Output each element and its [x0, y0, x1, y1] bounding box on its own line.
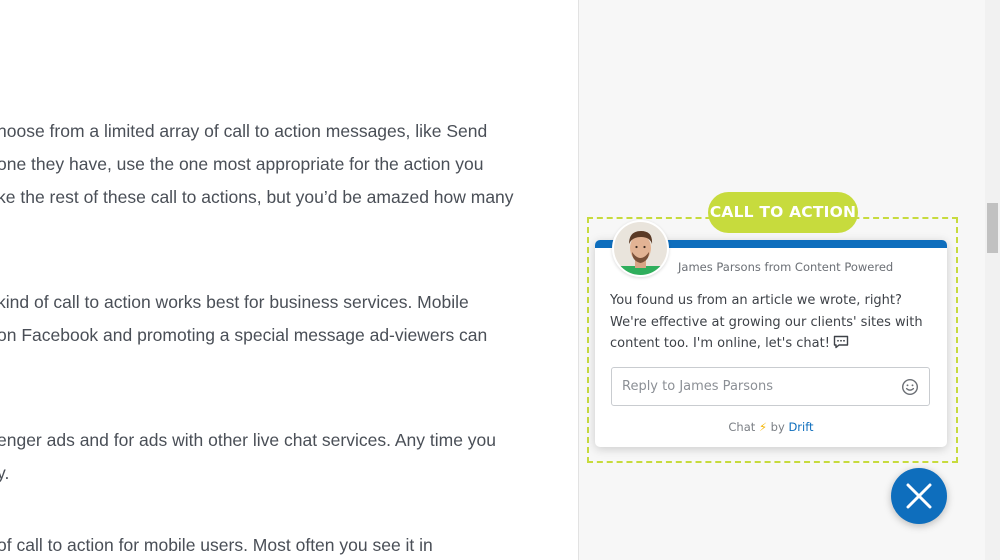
- reply-input[interactable]: [622, 368, 892, 405]
- reply-field[interactable]: [611, 367, 930, 406]
- powered-by: Chat ⚡ by Drift: [595, 420, 947, 434]
- chat-message-text: content too. I'm online, let's chat!: [610, 336, 830, 351]
- chat-message-line: We're effective at growing our clients' …: [610, 314, 923, 330]
- article-content: hoose from a limited array of call to ac…: [0, 0, 578, 560]
- powered-by-label: by: [770, 420, 785, 434]
- article-line: ke the rest of these call to actions, bu…: [0, 187, 514, 207]
- close-icon: [906, 483, 932, 509]
- chat-bubble-icon: [833, 335, 849, 357]
- chat-message: You found us from an article we wrote, r…: [610, 290, 930, 357]
- chat-sender-name: James Parsons from Content Powered: [678, 260, 894, 274]
- article-line: kind of call to action works best for bu…: [0, 292, 469, 312]
- drift-link[interactable]: Drift: [788, 420, 813, 434]
- chat-message-line: You found us from an article we wrote, r…: [610, 293, 902, 308]
- scrollbar-thumb[interactable]: [987, 203, 998, 253]
- article-line: one they have, use the one most appropri…: [0, 154, 484, 174]
- article-line: enger ads and for ads with other live ch…: [0, 430, 497, 450]
- article-line: on Facebook and promoting a special mess…: [0, 325, 488, 345]
- powered-prefix: Chat: [728, 420, 756, 434]
- article-line: of call to action for mobile users. Most…: [0, 535, 433, 555]
- article-line: hoose from a limited array of call to ac…: [0, 121, 488, 141]
- smile-icon[interactable]: [901, 378, 919, 396]
- avatar: [612, 220, 669, 277]
- close-chat-button[interactable]: [891, 468, 947, 524]
- chat-message-line: content too. I'm online, let's chat!: [610, 333, 930, 357]
- scrollbar[interactable]: [985, 0, 1000, 560]
- cta-badge: CALL TO ACTION: [708, 192, 858, 233]
- bolt-icon: ⚡: [758, 420, 768, 434]
- article-line: y.: [0, 463, 10, 483]
